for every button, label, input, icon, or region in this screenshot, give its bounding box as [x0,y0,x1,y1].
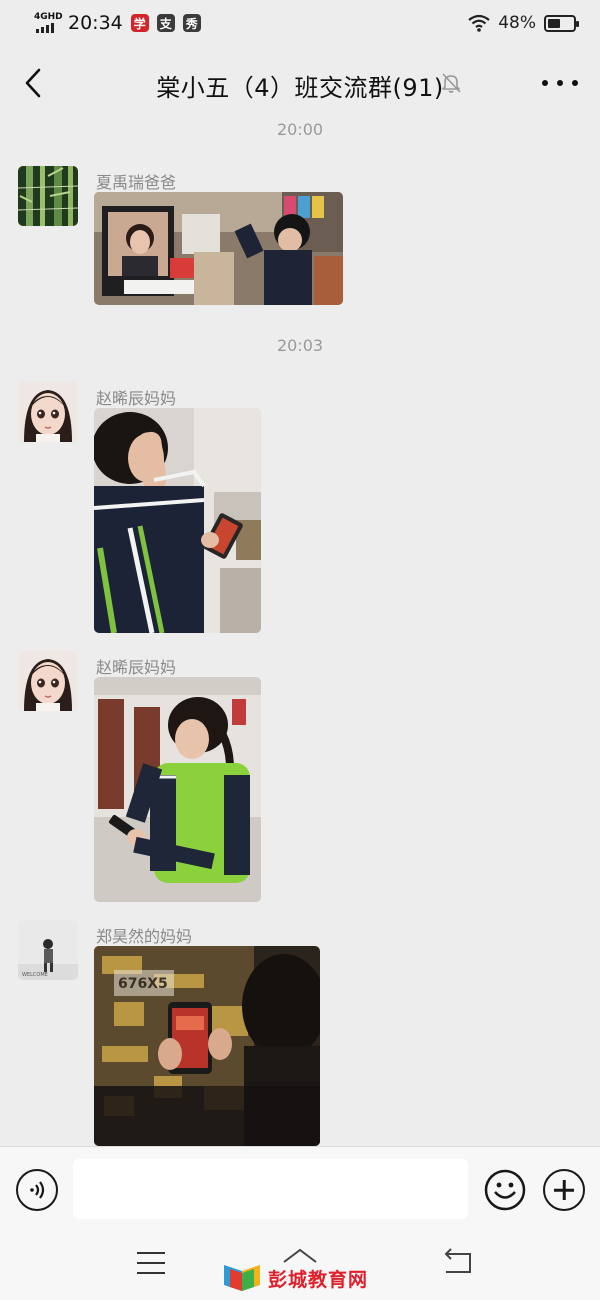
app-badge-xiu: 秀 [182,14,201,32]
chat-title: 棠小五（4）班交流群(91) [156,74,444,102]
status-time: 20:34 [68,12,123,34]
sender-name: 赵晞辰妈妈 [96,658,177,677]
chat-messages[interactable]: 20:00 夏禹瑞爸爸 20:03 赵晞辰妈妈 赵晞辰妈妈 WELCOME 郑昊… [0,116,600,1146]
sender-name: 赵晞辰妈妈 [96,389,177,408]
svg-text:WELCOME: WELCOME [22,972,48,978]
wifi-icon [468,14,490,32]
watermark-text: 彭城教育网 [268,1268,369,1291]
system-nav-bar: 彭城教育网 [0,1230,600,1300]
bamboo-avatar[interactable] [18,166,78,226]
battery-icon [544,14,579,32]
svg-text:676X5: 676X5 [118,976,168,992]
more-icon[interactable] [542,72,578,94]
timestamp: 20:00 [276,120,324,139]
message-input[interactable] [73,1159,468,1219]
plus-icon[interactable] [543,1169,585,1211]
cartoon-girl-avatar[interactable] [18,382,78,442]
sender-name: 夏禹瑞爸爸 [96,173,177,192]
emoji-icon[interactable] [484,1169,526,1211]
mute-icon [442,73,461,93]
signal-icon: 4GHD [34,12,63,34]
message-input-bar [0,1146,600,1230]
child-photo-avatar[interactable]: WELCOME [18,920,78,980]
watermark-logo: 彭城教育网 [222,1260,368,1296]
girl-reading-phone-photo[interactable] [94,677,261,902]
child-holding-phone-photo[interactable]: 676X5 [94,946,320,1146]
app-badge-xue: 学 [130,14,149,32]
sender-name: 郑昊然的妈妈 [96,927,193,946]
child-at-computer-photo[interactable] [94,192,343,305]
cartoon-girl-avatar[interactable] [18,651,78,711]
girl-saluting-phone-photo[interactable] [94,408,261,633]
status-bar: 4GHD 20:34 学 支 秀 48% [0,0,600,46]
back-nav-icon[interactable] [442,1248,474,1278]
app-badge-zhi: 支 [156,14,175,32]
book-logo-icon [224,1265,260,1291]
voice-icon[interactable] [16,1169,58,1211]
menu-icon[interactable] [137,1252,165,1274]
chat-header: 棠小五（4）班交流群(91) [0,50,600,116]
timestamp: 20:03 [276,336,324,355]
battery-percent: 48% [498,13,536,33]
